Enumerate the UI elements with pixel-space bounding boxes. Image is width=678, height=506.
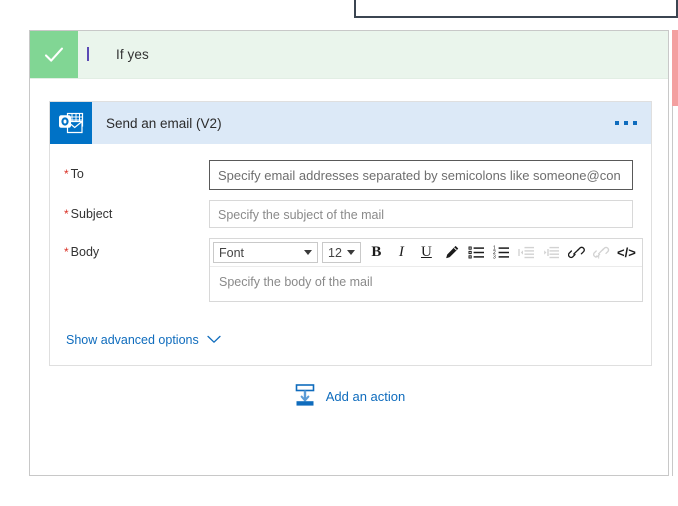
body-input[interactable]: Specify the body of the mail (210, 267, 642, 301)
link-icon[interactable] (564, 241, 589, 265)
bold-icon[interactable]: B (364, 241, 389, 265)
checkmark-icon (30, 31, 78, 78)
right-edge-error-strip (672, 30, 678, 106)
branch-title: If yes (116, 47, 149, 62)
font-size-value: 12 (328, 245, 342, 260)
to-input[interactable]: Specify email addresses separated by sem… (209, 160, 633, 190)
branch-selection-marker (87, 47, 89, 61)
chevron-down-icon (346, 250, 355, 255)
send-email-action-card: Send an email (V2) * To Specify email add… (49, 101, 652, 366)
menu-dot (633, 121, 637, 125)
body-field-label: * Body (64, 238, 209, 259)
chevron-down-icon (207, 332, 221, 347)
action-card-overflow-menu-button[interactable] (615, 102, 637, 144)
to-field-control: Specify email addresses separated by sem… (209, 160, 633, 190)
action-card-header[interactable]: Send an email (V2) (50, 102, 651, 144)
add-action-icon (293, 383, 317, 410)
svg-text:3: 3 (493, 254, 496, 260)
underline-glyph: U (420, 244, 432, 260)
increase-indent-icon[interactable] (539, 241, 564, 265)
right-edge-card-border (672, 106, 673, 476)
body-rich-text-editor: Font 12 B I U 1 2 3 </> Specify the body… (209, 238, 643, 302)
branch-header: If yes (30, 31, 668, 79)
action-card-body: * To Specify email addresses separated by… (50, 144, 651, 365)
outlook-icon (50, 102, 92, 144)
show-advanced-options-button[interactable]: Show advanced options (66, 332, 221, 347)
subject-field-control: Specify the subject of the mail (209, 200, 633, 228)
body-label-text: Body (70, 245, 100, 259)
to-label-text: To (70, 167, 84, 181)
numbered-list-icon[interactable]: 1 2 3 (489, 241, 514, 265)
body-field-control: Font 12 B I U 1 2 3 </> Specify the body… (209, 238, 643, 302)
italic-glyph: I (398, 244, 404, 260)
subject-input[interactable]: Specify the subject of the mail (209, 200, 633, 228)
required-asterisk: * (64, 207, 69, 221)
underline-icon[interactable]: U (414, 241, 439, 265)
bulleted-list-icon[interactable] (464, 241, 489, 265)
menu-dot (615, 121, 619, 125)
code-glyph: </> (617, 245, 636, 260)
highlighter-icon[interactable] (439, 241, 464, 265)
add-an-action-label: Add an action (325, 389, 406, 404)
top-partial-panel (354, 0, 678, 18)
rich-text-toolbar: Font 12 B I U 1 2 3 </> (210, 239, 642, 267)
decrease-indent-icon[interactable] (514, 241, 539, 265)
field-row-to: * To Specify email addresses separated by… (64, 160, 633, 190)
unlink-icon[interactable] (589, 241, 614, 265)
action-card-title: Send an email (V2) (106, 115, 222, 131)
subject-label-text: Subject (70, 207, 113, 221)
font-size-select[interactable]: 12 (322, 242, 361, 263)
subject-field-label: * Subject (64, 200, 209, 221)
required-asterisk: * (64, 245, 69, 259)
bold-glyph: B (371, 244, 382, 260)
chevron-down-icon (304, 250, 312, 255)
if-yes-branch-card: If yes Send an email (V2) * To Specify e… (29, 30, 669, 476)
field-row-body: * Body Font 12 B I U 1 2 3 </> Specify t… (64, 238, 643, 302)
font-family-select[interactable]: Font (213, 242, 318, 263)
show-advanced-options-label: Show advanced options (66, 332, 199, 347)
code-view-icon[interactable]: </> (614, 241, 639, 265)
font-family-value: Font (219, 245, 245, 260)
italic-icon[interactable]: I (389, 241, 414, 265)
field-row-subject: * Subject Specify the subject of the mail (64, 200, 633, 228)
to-field-label: * To (64, 160, 209, 181)
required-asterisk: * (64, 167, 69, 181)
add-an-action-button[interactable]: Add an action (30, 383, 668, 410)
menu-dot (624, 121, 628, 125)
